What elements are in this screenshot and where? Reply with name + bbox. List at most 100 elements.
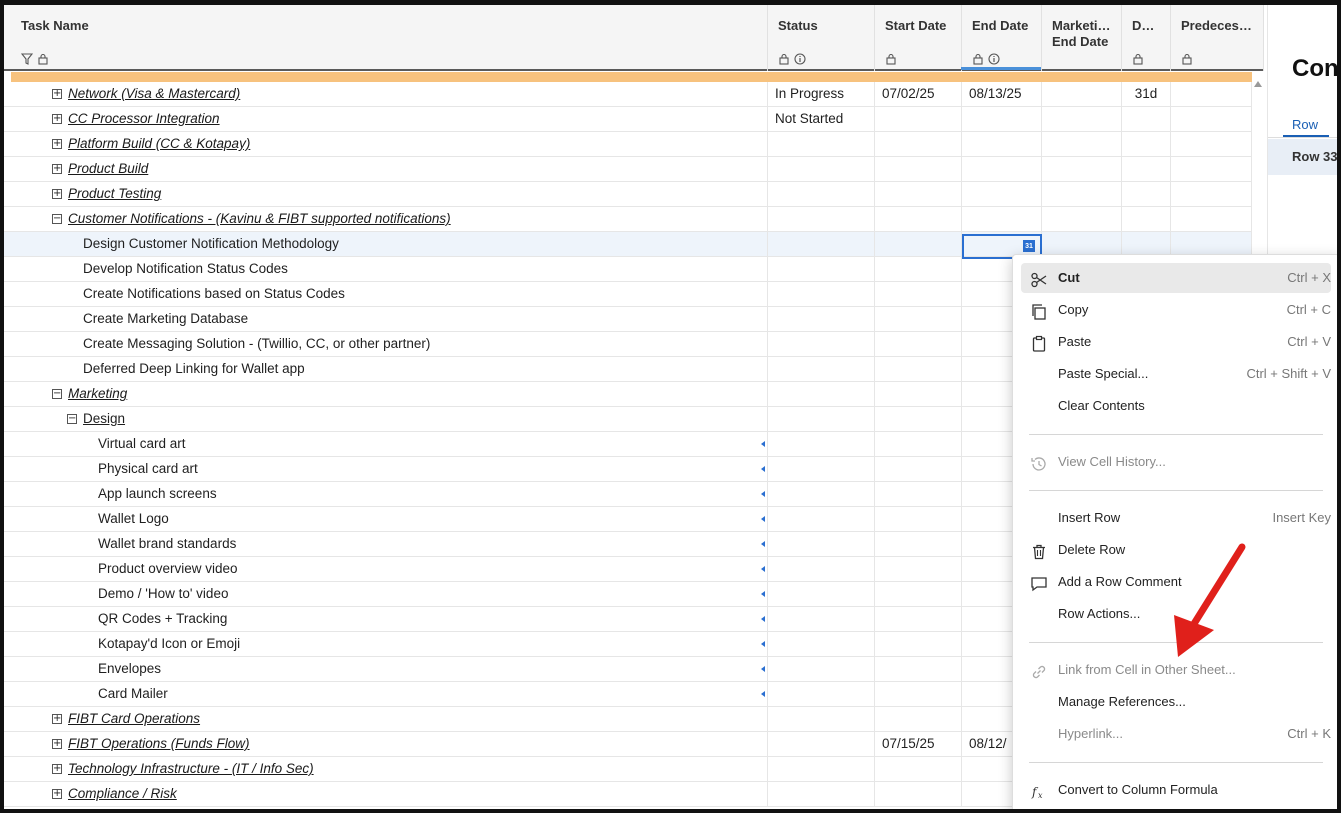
start-date-cell[interactable] bbox=[875, 407, 962, 432]
menu-item-paste-special[interactable]: Paste Special... Ctrl + Shift + V bbox=[1021, 359, 1331, 389]
end-date-cell[interactable] bbox=[962, 182, 1042, 207]
lock-icon[interactable] bbox=[778, 53, 790, 65]
expand-icon[interactable]: + bbox=[52, 114, 62, 124]
menu-item-cut[interactable]: Cut Ctrl + X bbox=[1021, 263, 1331, 293]
lock-icon[interactable] bbox=[37, 53, 49, 65]
start-date-cell[interactable] bbox=[875, 482, 962, 507]
task-name-cell[interactable]: + FIBT Card Operations bbox=[4, 707, 768, 732]
table-row[interactable]: − Customer Notifications - (Kavinu & FIBT… bbox=[4, 207, 1252, 232]
start-date-cell[interactable] bbox=[875, 307, 962, 332]
status-cell[interactable] bbox=[768, 307, 875, 332]
status-cell[interactable]: In Progress bbox=[768, 82, 875, 107]
end-date-cell[interactable] bbox=[962, 132, 1042, 157]
start-date-cell[interactable] bbox=[875, 607, 962, 632]
status-cell[interactable] bbox=[768, 182, 875, 207]
calendar-icon[interactable]: 31 bbox=[1023, 240, 1035, 252]
status-cell[interactable] bbox=[768, 432, 875, 457]
expand-icon[interactable]: + bbox=[52, 714, 62, 724]
task-name-cell[interactable]: Virtual card art bbox=[4, 432, 768, 457]
menu-item-manage-references[interactable]: Manage References... bbox=[1021, 687, 1331, 717]
start-date-cell[interactable] bbox=[875, 382, 962, 407]
column-header-status[interactable]: Status bbox=[768, 5, 875, 71]
task-name-cell[interactable]: Design Customer Notification Methodology bbox=[4, 232, 768, 257]
status-cell[interactable]: Not Started bbox=[768, 107, 875, 132]
info-icon[interactable] bbox=[988, 53, 1000, 65]
duration-cell[interactable] bbox=[1122, 207, 1171, 232]
status-cell[interactable] bbox=[768, 157, 875, 182]
menu-item-clear-contents[interactable]: Clear Contents bbox=[1021, 391, 1331, 421]
duration-cell[interactable] bbox=[1122, 182, 1171, 207]
status-cell[interactable] bbox=[768, 682, 875, 707]
start-date-cell[interactable] bbox=[875, 432, 962, 457]
task-name-cell[interactable]: Card Mailer bbox=[4, 682, 768, 707]
duration-cell[interactable] bbox=[1122, 157, 1171, 182]
marketing-end-date-cell[interactable] bbox=[1042, 157, 1122, 182]
status-cell[interactable] bbox=[768, 132, 875, 157]
column-header-task-name[interactable]: Task Name bbox=[11, 5, 768, 71]
start-date-cell[interactable] bbox=[875, 182, 962, 207]
task-name-cell[interactable]: Demo / 'How to' video bbox=[4, 582, 768, 607]
task-name-cell[interactable]: + FIBT Operations (Funds Flow) bbox=[4, 732, 768, 757]
start-date-cell[interactable] bbox=[875, 557, 962, 582]
marketing-end-date-cell[interactable] bbox=[1042, 132, 1122, 157]
task-name-cell[interactable]: − Marketing bbox=[4, 382, 768, 407]
status-cell[interactable] bbox=[768, 707, 875, 732]
marketing-end-date-cell[interactable] bbox=[1042, 82, 1122, 107]
task-name-cell[interactable]: Develop Notification Status Codes bbox=[4, 257, 768, 282]
status-cell[interactable] bbox=[768, 257, 875, 282]
task-name-cell[interactable]: Envelopes bbox=[4, 657, 768, 682]
expand-icon[interactable]: + bbox=[52, 739, 62, 749]
predecessors-cell[interactable] bbox=[1171, 107, 1252, 132]
task-name-cell[interactable]: + CC Processor Integration bbox=[4, 107, 768, 132]
lock-icon[interactable] bbox=[972, 53, 984, 65]
task-name-cell[interactable]: − Customer Notifications - (Kavinu & FIBT… bbox=[4, 207, 768, 232]
task-name-cell[interactable]: Deferred Deep Linking for Wallet app bbox=[4, 357, 768, 382]
table-row[interactable]: + CC Processor Integration Not Started bbox=[4, 107, 1252, 132]
menu-item-paste[interactable]: Paste Ctrl + V bbox=[1021, 327, 1331, 357]
expand-icon[interactable]: + bbox=[52, 189, 62, 199]
task-name-cell[interactable]: Create Notifications based on Status Cod… bbox=[4, 282, 768, 307]
start-date-cell[interactable] bbox=[875, 582, 962, 607]
start-date-cell[interactable] bbox=[875, 157, 962, 182]
status-cell[interactable] bbox=[768, 657, 875, 682]
lock-icon[interactable] bbox=[1132, 53, 1144, 65]
start-date-cell[interactable] bbox=[875, 657, 962, 682]
menu-item-convert-column-formula[interactable]: f x Convert to Column Formula bbox=[1021, 775, 1331, 805]
status-cell[interactable] bbox=[768, 282, 875, 307]
table-row[interactable]: + Product Testing bbox=[4, 182, 1252, 207]
marketing-end-date-cell[interactable] bbox=[1042, 182, 1122, 207]
table-row[interactable]: + Network (Visa & Mastercard) In Progress 0… bbox=[4, 82, 1252, 107]
task-name-cell[interactable]: + Technology Infrastructure - (IT / Info … bbox=[4, 757, 768, 782]
start-date-cell[interactable] bbox=[875, 332, 962, 357]
lock-icon[interactable] bbox=[1181, 53, 1193, 65]
start-date-cell[interactable] bbox=[875, 207, 962, 232]
status-cell[interactable] bbox=[768, 407, 875, 432]
task-name-cell[interactable]: + Compliance / Risk bbox=[4, 782, 768, 807]
start-date-cell[interactable] bbox=[875, 632, 962, 657]
expand-icon[interactable]: + bbox=[52, 764, 62, 774]
start-date-cell[interactable] bbox=[875, 232, 962, 257]
marketing-end-date-cell[interactable] bbox=[1042, 207, 1122, 232]
collapse-icon[interactable]: − bbox=[52, 389, 62, 399]
task-name-cell[interactable]: Wallet brand standards bbox=[4, 532, 768, 557]
menu-item-insert-row[interactable]: Insert Row Insert Key bbox=[1021, 503, 1331, 533]
status-cell[interactable] bbox=[768, 632, 875, 657]
marketing-end-date-cell[interactable] bbox=[1042, 107, 1122, 132]
status-cell[interactable] bbox=[768, 457, 875, 482]
start-date-cell[interactable] bbox=[875, 357, 962, 382]
task-name-cell[interactable]: Kotapay'd Icon or Emoji bbox=[4, 632, 768, 657]
info-icon[interactable] bbox=[794, 53, 806, 65]
start-date-cell[interactable] bbox=[875, 457, 962, 482]
status-cell[interactable] bbox=[768, 782, 875, 807]
expand-icon[interactable]: + bbox=[52, 164, 62, 174]
start-date-cell[interactable]: 07/15/25 bbox=[875, 732, 962, 757]
expand-icon[interactable]: + bbox=[52, 139, 62, 149]
status-cell[interactable] bbox=[768, 507, 875, 532]
collapse-icon[interactable]: − bbox=[52, 214, 62, 224]
end-date-cell[interactable]: 08/13/25 bbox=[962, 82, 1042, 107]
collapse-icon[interactable]: − bbox=[67, 414, 77, 424]
start-date-cell[interactable] bbox=[875, 132, 962, 157]
predecessors-cell[interactable] bbox=[1171, 82, 1252, 107]
status-cell[interactable] bbox=[768, 332, 875, 357]
duration-cell[interactable]: 31d bbox=[1122, 82, 1171, 107]
